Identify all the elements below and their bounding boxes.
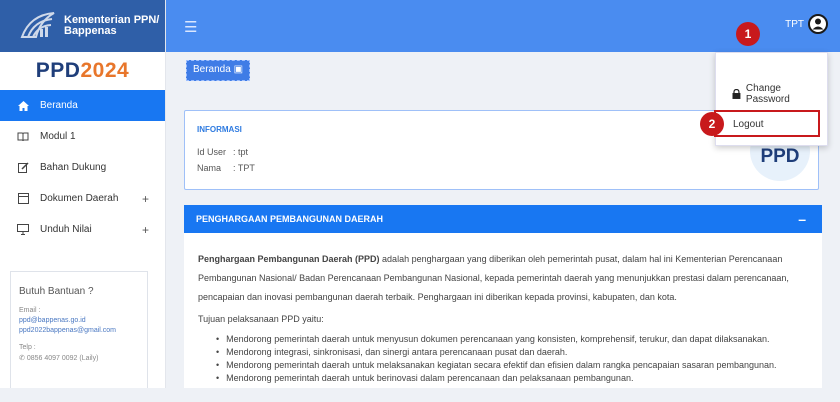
expand-icon[interactable]: + [142,223,149,237]
id-label: Id User [197,147,227,157]
sidebar-item-label: Dokumen Daerah [40,193,119,204]
app-title: PPD 2024 [0,52,165,90]
help-box: Butuh Bantuan ? Email : ppd@bappenas.go.… [10,271,148,388]
document-icon [14,193,32,204]
user-avatar-icon [808,14,828,34]
user-menu[interactable]: TPT [785,14,828,34]
award-body: Penghargaan Pembangunan Daerah (PPD) ada… [184,233,822,402]
change-password-item[interactable]: Change Password [732,83,827,105]
lock-icon [732,89,741,99]
monitor-icon [14,224,32,235]
ppd-logo-text: PPD [760,145,800,167]
logout-label: Logout [733,119,764,130]
sidebar-nav: Beranda Modul 1 Bahan Dukung Dokumen Dae… [0,90,165,245]
sidebar-item-modul-1[interactable]: Modul 1 [0,121,165,152]
change-password-label: Change Password [745,83,790,105]
info-title: INFORMASI [197,125,242,134]
collapse-icon[interactable]: – [798,211,806,227]
book-icon [14,132,32,142]
sidebar-item-label: Bahan Dukung [40,162,107,173]
bappenas-logo-icon [20,12,55,38]
award-header-title: PENGHARGAAN PEMBANGUNAN DAERAH [196,214,384,224]
help-heading: Butuh Bantuan ? [19,286,94,297]
breadcrumb-label: Beranda [193,64,231,75]
logout-item[interactable]: Logout [714,110,820,137]
expand-icon[interactable]: + [142,192,149,206]
award-description: Penghargaan Pembangunan Daerah (PPD) ada… [198,250,808,307]
user-dropdown-menu: Change Password Logout [714,52,828,146]
sidebar-item-label: Modul 1 [40,131,76,142]
step-badge-1: 1 [736,22,760,46]
sidebar-item-dokumen-daerah[interactable]: Dokumen Daerah + [0,183,165,214]
hamburger-menu-icon[interactable]: ☰ [184,18,197,36]
email-link-2[interactable]: ppd2022bappenas@gmail.com [19,327,139,334]
brand-header[interactable]: Kementerian PPN/ Bappenas [0,0,165,52]
phone-label: Telp : [19,344,36,351]
home-icon [14,100,32,111]
whatsapp-icon: ✆ [19,355,27,362]
phone-value: 0856 4097 0092 (Laily) [26,355,99,362]
goals-title: Tujuan pelaksanaan PPD yaitu: [198,314,324,324]
sidebar-item-label: Unduh Nilai [40,224,92,235]
award-panel: PENGHARGAAN PEMBANGUNAN DAERAH – Penghar… [184,205,822,388]
goal-item: Mendorong integrasi, sinkronisasi, dan s… [198,346,808,359]
goal-item: Mendorong pemerintah daerah untuk berino… [198,372,808,385]
breadcrumb-info-icon: ▣ [233,64,244,75]
info-name-row: Nama : TPT [197,163,255,173]
goal-item: Mendorong pemerintah daerah untuk melaks… [198,359,808,372]
username: TPT [785,18,804,30]
phone-number: ✆ 0856 4097 0092 (Laily) [19,354,139,362]
email-link-1[interactable]: ppd@bappenas.go.id [19,317,139,324]
sidebar-item-unduh-nilai[interactable]: Unduh Nilai + [0,214,165,245]
award-intro-bold: Penghargaan Pembangunan Daerah (PPD) [198,254,380,264]
brand-line-2: Bappenas [64,25,117,37]
id-value: : tpt [233,147,249,157]
sidebar-item-label: Beranda [40,100,78,111]
breadcrumb[interactable]: Beranda ▣ [186,60,251,81]
award-header[interactable]: PENGHARGAAN PEMBANGUNAN DAERAH – [184,205,822,233]
sidebar: Kementerian PPN/ Bappenas PPD 2024 Berand… [0,0,166,388]
email-label: Email : [19,307,41,314]
goal-item: Mendorong pemerintah daerah untuk menyus… [198,333,808,346]
step-badge-2: 2 [700,112,724,136]
app-title-ppd: PPD [35,59,81,82]
edit-icon [14,162,32,173]
goals-list: Mendorong pemerintah daerah untuk menyus… [198,333,808,385]
name-label: Nama [197,163,222,173]
info-id-row: Id User : tpt [197,147,248,157]
sidebar-item-bahan-dukung[interactable]: Bahan Dukung [0,152,165,183]
name-value: : TPT [233,163,255,173]
sidebar-item-beranda[interactable]: Beranda [0,90,165,121]
app-title-year: 2024 [80,59,130,82]
